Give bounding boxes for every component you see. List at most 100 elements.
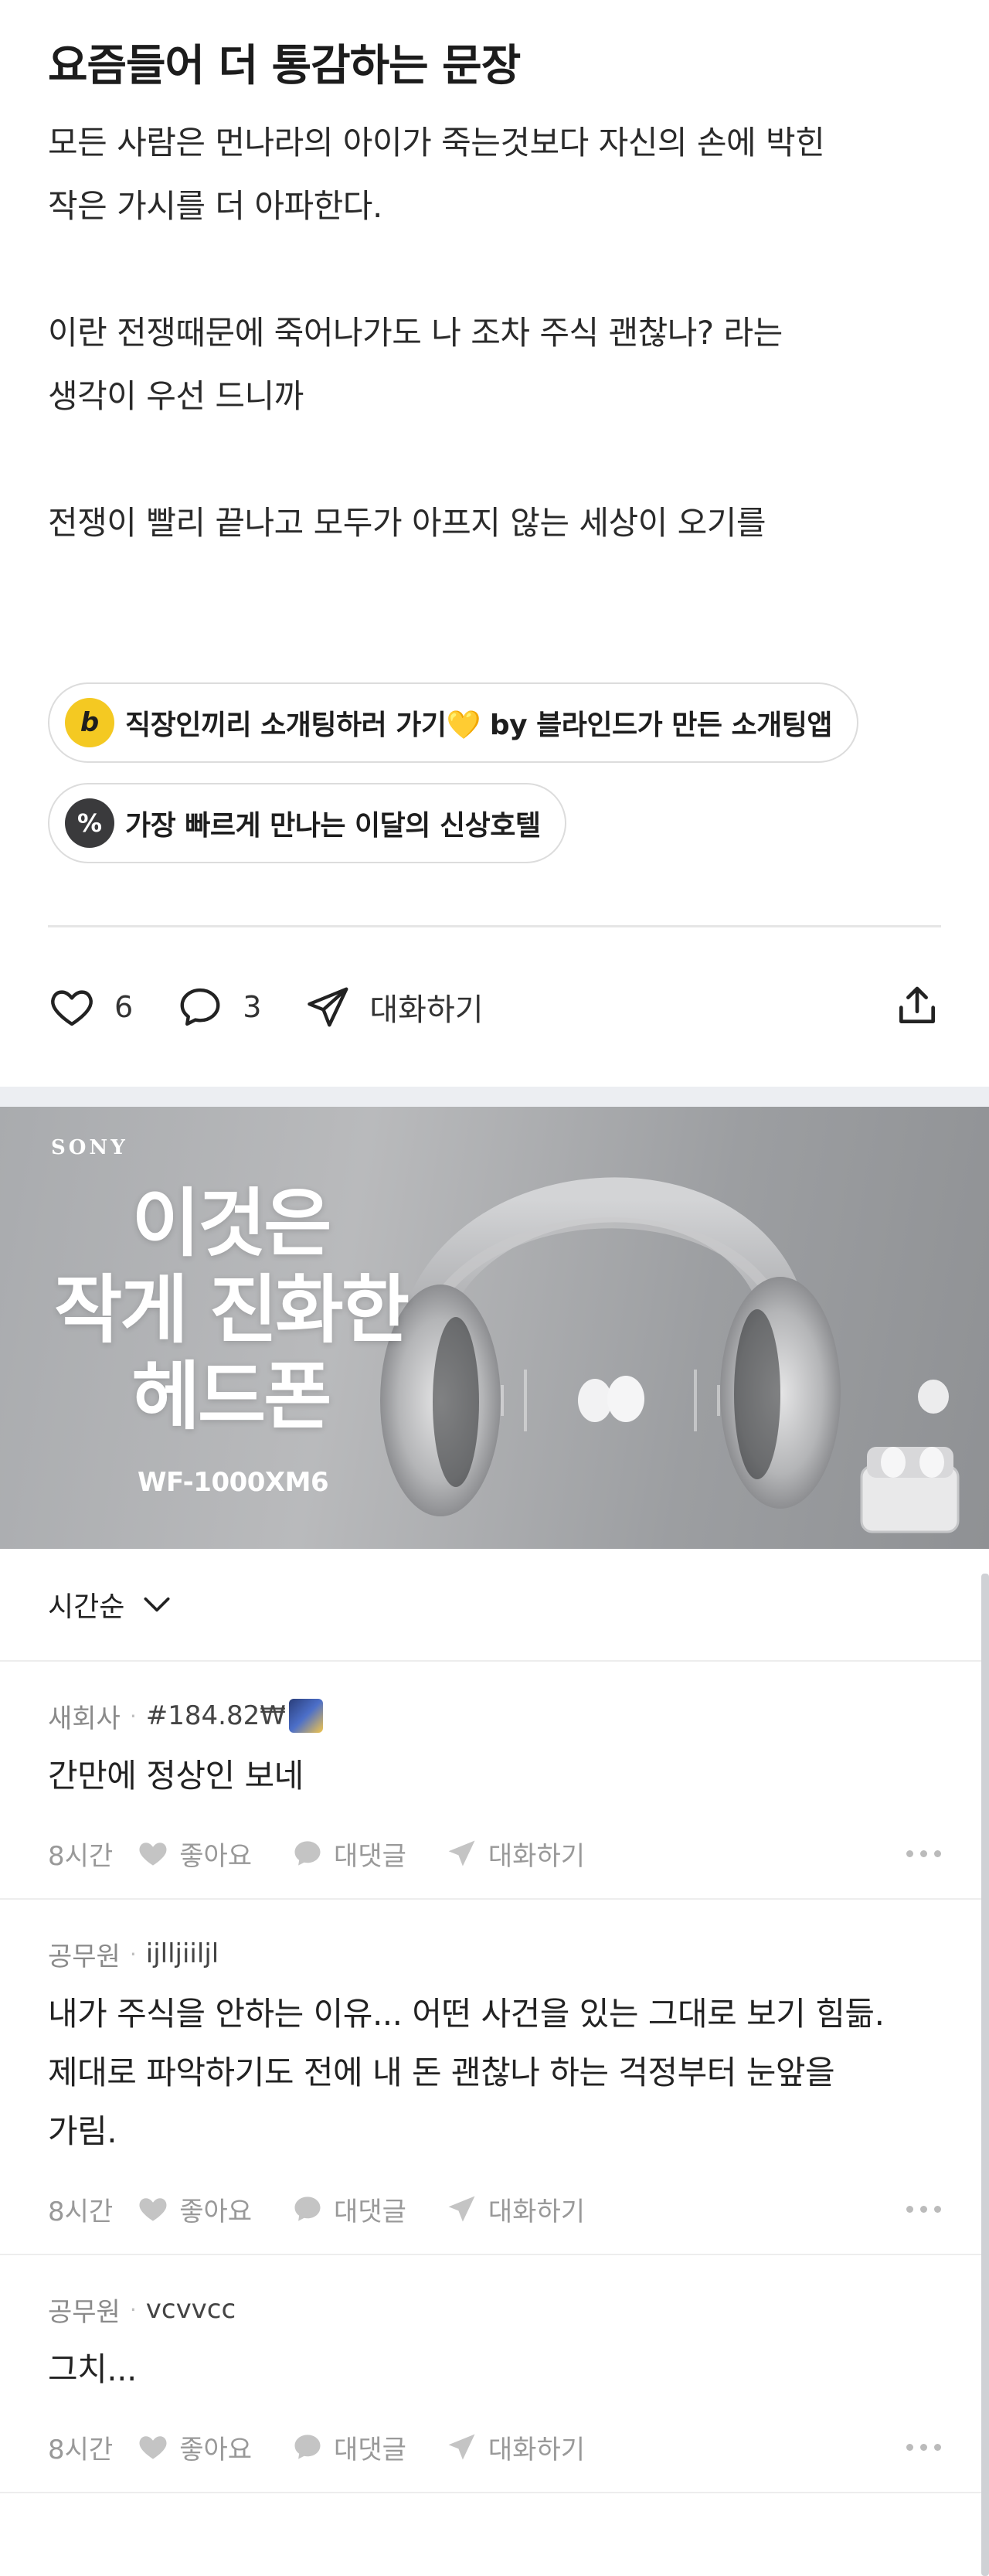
share-icon	[899, 986, 935, 1023]
post-line: 전쟁이 빨리 끝나고 모두가 아프지 않는 세상이 오기를	[48, 504, 766, 542]
comment-actions: 8시간 좋아요 대댓글 대화하기	[48, 2402, 941, 2492]
blind-dating-chip[interactable]: b 직장인끼리 소개팅하러 가기💛 by 블라인드가 만든 소개팅앱	[48, 682, 859, 763]
post-line: 모든 사람은 먼나라의 아이가 죽는것보다 자신의 손에 박힌	[48, 124, 825, 162]
comment-time: 8시간	[48, 2434, 114, 2465]
comment-text: 간만에 정상인 보네	[48, 1747, 941, 1805]
comment-actions: 8시간 좋아요 대댓글 대화하기	[48, 1809, 941, 1898]
chevron-down-icon	[144, 1597, 170, 1612]
comment-like-label: 좋아요	[179, 2434, 253, 2465]
comment-time: 8시간	[48, 1840, 114, 1872]
post-line: 작은 가시를 더 아파한다.	[48, 187, 382, 225]
comment-line: 가림.	[48, 2112, 117, 2150]
heart-filled-icon	[139, 2436, 167, 2459]
like-count: 6	[114, 990, 134, 1024]
comment-company: 새회사	[48, 1703, 121, 1734]
comment-reply-button[interactable]: 대댓글	[291, 2190, 406, 2228]
comment-chat-label: 대화하기	[488, 1840, 586, 1872]
heart-icon	[51, 990, 93, 1026]
sort-dropdown[interactable]: 시간순	[0, 1549, 989, 1662]
comment-count: 3	[243, 990, 262, 1024]
yellow-heart-icon: 💛	[446, 710, 481, 741]
more-options-icon[interactable]	[899, 2443, 941, 2451]
chip-label: 직장인끼리 소개팅하러 가기💛 by 블라인드가 만든 소개팅앱	[125, 703, 833, 743]
meta-dot: ·	[129, 2296, 137, 2322]
send-icon	[308, 987, 348, 1027]
comment-user[interactable]: #184.82₩	[146, 1700, 286, 1731]
comment-chat-label: 대화하기	[488, 2434, 586, 2465]
meta-dot: ·	[129, 1941, 137, 1967]
comment-item: 공무원 · ijlljiiljl 내가 주식을 안하는 이유... 어떤 사건을…	[0, 1900, 989, 2255]
chip-label-text: 직장인끼리 소개팅하러 가기	[125, 710, 447, 741]
send-filled-icon	[448, 1840, 475, 1866]
ad-headline-line: 작게 진화한	[54, 1267, 410, 1353]
chip-label-suffix: by 블라인드가 만든 소개팅앱	[480, 710, 833, 741]
percent-icon: %	[65, 798, 114, 848]
send-filled-icon	[448, 2196, 475, 2222]
ad-headline: 이것은 작게 진화한 헤드폰	[54, 1180, 410, 1440]
comment-like-label: 좋아요	[179, 1840, 253, 1872]
post-paragraph: 이란 전쟁때문에 죽어나가도 나 조차 주식 괜찮나? 라는 생각이 우선 드니…	[48, 301, 941, 428]
comment-user[interactable]: vcvvcc	[146, 2294, 236, 2325]
headphones-illustration	[380, 1177, 960, 1533]
more-options-icon[interactable]	[899, 2205, 941, 2213]
post-line: 이란 전쟁때문에 죽어나가도 나 조차 주식 괜찮나? 라는	[48, 314, 783, 352]
comment-like-button[interactable]: 좋아요	[136, 2428, 252, 2466]
post-paragraph: 전쟁이 빨리 끝나고 모두가 아프지 않는 세상이 오기를	[48, 492, 941, 555]
comment-line: 그치...	[48, 2350, 137, 2388]
speech-bubble-filled-icon	[294, 2197, 321, 2221]
post-section: 요즘들어 더 통감하는 문장 모든 사람은 먼나라의 아이가 죽는것보다 자신의…	[0, 0, 989, 1087]
comment-text: 내가 주식을 안하는 이유... 어떤 사건을 있는 그대로 보기 힘듦. 제대…	[48, 1985, 941, 2161]
meta-dot: ·	[129, 1703, 137, 1729]
heart-filled-icon	[139, 1843, 167, 1866]
comment-line: 간만에 정상인 보네	[48, 1757, 304, 1795]
comment-reply-label: 대댓글	[334, 2434, 406, 2465]
sony-logo: SONY	[51, 1136, 128, 1159]
ad-banner[interactable]: SONY 이것은 작게 진화한 헤드폰 WF-1000XM6	[0, 1107, 989, 1549]
more-options-icon[interactable]	[899, 1849, 941, 1857]
scrollbar-thumb[interactable]	[981, 1574, 989, 2576]
ad-model-name: WF-1000XM6	[138, 1467, 329, 1498]
comment-company: 공무원	[48, 1941, 121, 1972]
comment-reply-button[interactable]: 대댓글	[291, 2428, 406, 2466]
comment-meta: 공무원 · ijlljiiljl	[48, 1934, 941, 1974]
sort-label: 시간순	[48, 1591, 125, 1623]
night-sky-emoji-icon	[288, 1699, 323, 1733]
comment-meta: 공무원 · vcvvcc	[48, 2289, 941, 2329]
blind-b-icon: b	[65, 698, 114, 747]
comment-chat-button[interactable]: 대화하기	[445, 2428, 585, 2466]
share-button[interactable]	[893, 982, 941, 1033]
comment-reply-label: 대댓글	[334, 2196, 406, 2227]
heart-filled-icon	[139, 2198, 167, 2221]
comment-reply-label: 대댓글	[334, 1840, 406, 1872]
hotel-deal-chip[interactable]: % 가장 빠르게 만나는 이달의 신상호텔	[48, 783, 567, 863]
promo-chips: b 직장인끼리 소개팅하러 가기💛 by 블라인드가 만든 소개팅앱 % 가장 …	[48, 682, 941, 883]
comment-item: 새회사 · #184.82₩ 간만에 정상인 보네 8시간 좋아요 대댓글 대화…	[0, 1662, 989, 1900]
comment-line: 내가 주식을 안하는 이유... 어떤 사건을 있는 그대로 보기 힘듦.	[48, 1995, 885, 2033]
comment-chat-label: 대화하기	[488, 2196, 586, 2227]
post-body: 모든 사람은 먼나라의 아이가 죽는것보다 자신의 손에 박힌 작은 가시를 더…	[48, 111, 941, 555]
section-gap	[0, 1087, 989, 1107]
post-paragraph: 모든 사람은 먼나라의 아이가 죽는것보다 자신의 손에 박힌 작은 가시를 더…	[48, 111, 941, 238]
comment-like-button[interactable]: 좋아요	[136, 1835, 252, 1873]
chat-button[interactable]: 대화하기	[304, 983, 484, 1031]
comment-like-label: 좋아요	[179, 2196, 253, 2227]
comment-user[interactable]: ijlljiiljl	[146, 1938, 219, 1969]
speech-bubble-filled-icon	[294, 2435, 321, 2459]
ad-headline-line: 헤드폰	[131, 1353, 332, 1440]
comment-chat-button[interactable]: 대화하기	[445, 1835, 585, 1873]
post-line: 생각이 우선 드니까	[48, 377, 304, 415]
chat-label: 대화하기	[369, 992, 484, 1028]
comment-reply-button[interactable]: 대댓글	[291, 1835, 406, 1873]
send-filled-icon	[448, 2434, 475, 2460]
comment-line: 제대로 파악하기도 전에 내 돈 괜찮나 하는 걱정부터 눈앞을	[48, 2054, 835, 2091]
post-title: 요즘들어 더 통감하는 문장	[48, 41, 521, 91]
comment-chat-button[interactable]: 대화하기	[445, 2190, 585, 2228]
comment-meta: 새회사 · #184.82₩	[48, 1696, 941, 1736]
comment-like-button[interactable]: 좋아요	[136, 2190, 252, 2228]
comment-time: 8시간	[48, 2196, 114, 2227]
comment-item: 공무원 · vcvvcc 그치... 8시간 좋아요 대댓글 대화하기	[0, 2255, 989, 2493]
comment-button[interactable]: 3	[176, 983, 261, 1031]
chip-label: 가장 빠르게 만나는 이달의 신상호텔	[125, 810, 541, 842]
like-button[interactable]: 6	[48, 983, 133, 1031]
speech-bubble-icon	[180, 988, 220, 1026]
